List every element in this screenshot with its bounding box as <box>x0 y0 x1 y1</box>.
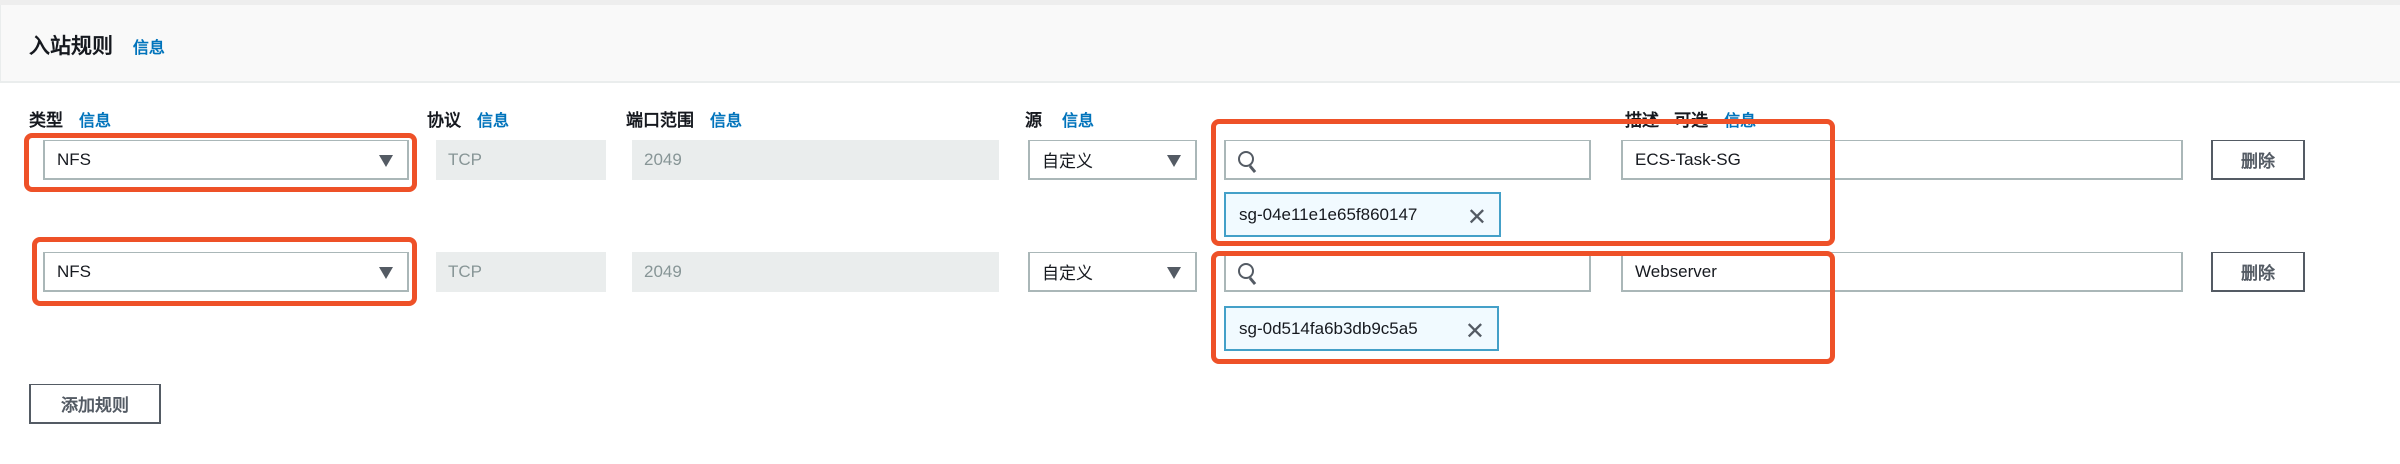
field-value: TCP <box>448 150 482 169</box>
info-link[interactable]: 信息 <box>79 113 111 130</box>
add-rule-button[interactable]: 添加规则 <box>29 384 161 424</box>
info-link[interactable]: 信息 <box>133 40 165 57</box>
info-link[interactable]: 信息 <box>710 113 742 130</box>
port-range-field: 2049 <box>632 252 999 292</box>
label-text: 端口范围 <box>626 111 694 130</box>
field-value: 2049 <box>644 150 682 169</box>
field-value: TCP <box>448 262 482 281</box>
select-value: 自定义 <box>1042 264 1093 283</box>
section-title: 入站规则 信息 <box>29 30 165 60</box>
port-range-field: 2049 <box>632 140 999 180</box>
section-header <box>0 5 2400 83</box>
highlight-box <box>1211 119 1835 246</box>
title-text: 入站规则 <box>29 35 113 58</box>
label-text: 协议 <box>427 111 461 130</box>
caret-down-icon <box>1167 155 1181 167</box>
column-label-port-range: 端口范围 信息 <box>626 106 742 131</box>
highlight-box <box>32 237 417 306</box>
field-value: 2049 <box>644 262 682 281</box>
protocol-field: TCP <box>436 252 606 292</box>
select-value: 自定义 <box>1042 152 1093 171</box>
info-link[interactable]: 信息 <box>477 113 509 130</box>
source-select[interactable]: 自定义 <box>1028 252 1197 292</box>
delete-button[interactable]: 删除 <box>2211 140 2305 180</box>
highlight-box <box>1211 251 1835 364</box>
protocol-field: TCP <box>436 140 606 180</box>
column-label-protocol: 协议 信息 <box>427 106 509 131</box>
delete-button[interactable]: 删除 <box>2211 252 2305 292</box>
column-label-source: 源 信息 <box>1025 106 1094 131</box>
label-text: 类型 <box>29 111 63 130</box>
caret-down-icon <box>1167 267 1181 279</box>
highlight-box <box>24 133 417 192</box>
label-text: 源 <box>1025 111 1042 130</box>
column-label-type: 类型 信息 <box>29 106 111 131</box>
info-link[interactable]: 信息 <box>1062 113 1094 130</box>
source-select[interactable]: 自定义 <box>1028 140 1197 180</box>
